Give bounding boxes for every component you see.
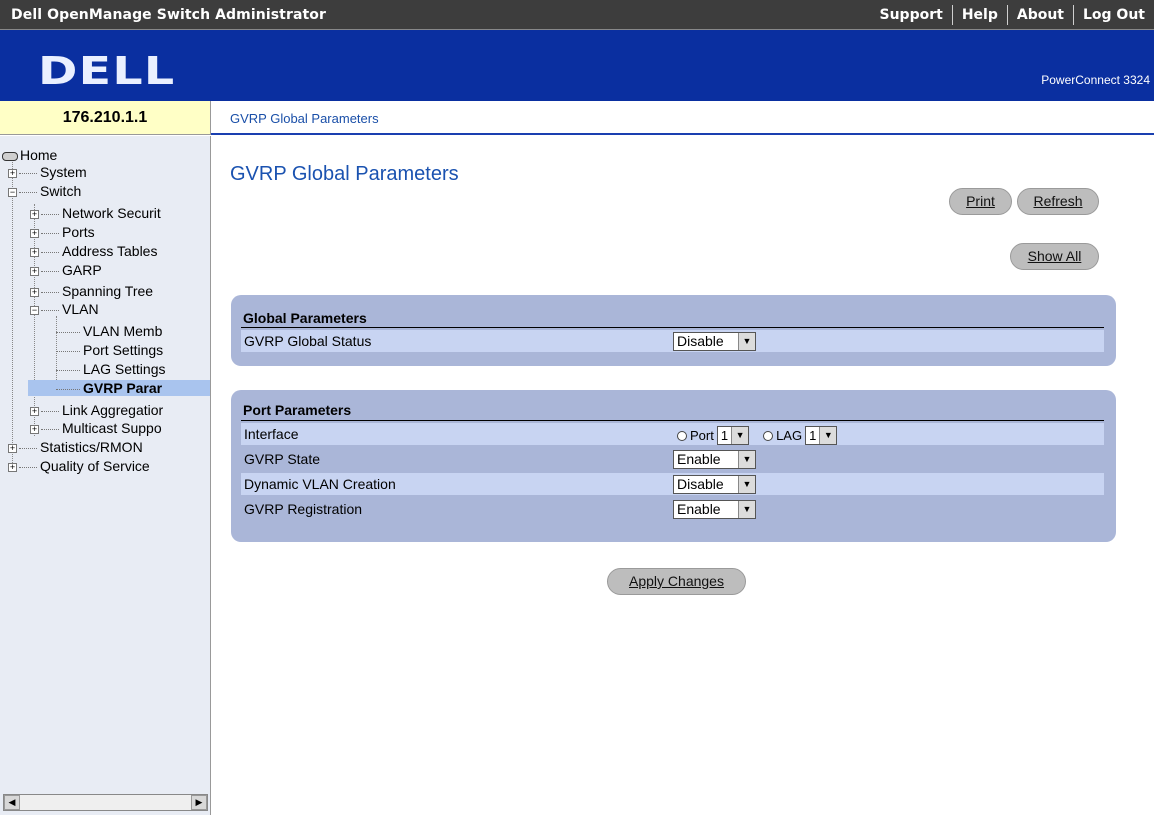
header-divider xyxy=(241,420,1104,421)
device-ip: 176.210.1.1 xyxy=(0,101,211,135)
top-bar: Dell OpenManage Switch Administrator Sup… xyxy=(0,0,1154,30)
main-content: GVRP Global Parameters Print Refresh Sho… xyxy=(212,137,1154,815)
expand-icon[interactable]: + xyxy=(30,406,39,416)
tree-item-network-security[interactable]: + Network Securit xyxy=(30,205,161,221)
app-title: Dell OpenManage Switch Administrator xyxy=(11,7,327,23)
port-radio[interactable] xyxy=(677,430,687,441)
apply-changes-button[interactable]: Apply Changes xyxy=(607,568,746,595)
expand-icon[interactable]: + xyxy=(30,287,39,297)
breadcrumb-text: GVRP Global Parameters xyxy=(230,111,379,126)
expand-icon[interactable]: + xyxy=(30,228,39,238)
field-label: Dynamic VLAN Creation xyxy=(244,476,396,492)
collapse-icon[interactable]: − xyxy=(30,305,39,315)
tree-guide-line xyxy=(12,156,13,465)
expand-icon[interactable]: + xyxy=(8,462,17,472)
page-title: GVRP Global Parameters xyxy=(230,163,459,185)
panel-header: Global Parameters xyxy=(243,310,367,326)
tree-item-link-aggregation[interactable]: + Link Aggregatior xyxy=(30,402,163,418)
print-button[interactable]: Print xyxy=(949,188,1012,215)
banner: DELL PowerConnect 3324 xyxy=(0,30,1154,101)
tree-item-lag-settings[interactable]: LAG Settings xyxy=(56,361,166,377)
product-name: PowerConnect 3324 xyxy=(1041,73,1150,87)
tree-item-quality-of-service[interactable]: + Quality of Service xyxy=(8,458,150,474)
dell-logo: DELL xyxy=(38,49,176,93)
expand-icon[interactable]: + xyxy=(30,424,39,434)
panel-header: Port Parameters xyxy=(243,402,352,418)
tree-item-address-tables[interactable]: + Address Tables xyxy=(30,243,157,259)
gvrp-registration-row: GVRP Registration Enable ▼ xyxy=(241,498,1104,520)
dropdown-arrow-icon: ▼ xyxy=(731,427,749,444)
interface-controls: Port 1 ▼ LAG 1 ▼ xyxy=(677,426,838,445)
port-parameters-panel: Port Parameters Interface Port 1 ▼ LAG 1 ▼… xyxy=(231,390,1116,542)
dropdown-arrow-icon: ▼ xyxy=(738,476,755,493)
expand-icon[interactable]: + xyxy=(8,168,17,178)
gvrp-registration-select[interactable]: Enable ▼ xyxy=(673,500,756,519)
tree-item-vlan-membership[interactable]: VLAN Memb xyxy=(56,323,162,339)
lag-select[interactable]: 1 ▼ xyxy=(805,426,838,445)
gvrp-global-status-row: GVRP Global Status Disable ▼ xyxy=(241,330,1104,352)
logout-link[interactable]: Log Out xyxy=(1074,7,1154,23)
tree-item-port-settings[interactable]: Port Settings xyxy=(56,342,163,358)
dropdown-arrow-icon: ▼ xyxy=(738,451,755,468)
expand-icon[interactable]: + xyxy=(8,443,17,453)
top-nav: Support Help About Log Out xyxy=(871,0,1154,30)
lag-radio[interactable] xyxy=(763,430,774,441)
field-label: GVRP Global Status xyxy=(244,333,372,349)
field-label: Interface xyxy=(244,426,299,442)
tree-item-switch[interactable]: − Switch xyxy=(8,183,81,199)
tree-item-multicast-support[interactable]: + Multicast Suppo xyxy=(30,420,162,436)
tree-item-gvrp-parameters[interactable]: GVRP Parar xyxy=(28,380,210,396)
tree-item-spanning-tree[interactable]: + Spanning Tree xyxy=(30,283,153,299)
breadcrumb: GVRP Global Parameters xyxy=(211,101,1154,135)
scroll-right-icon[interactable]: ▶ xyxy=(191,795,207,810)
gvrp-state-row: GVRP State Enable ▼ xyxy=(241,448,1104,470)
collapse-icon[interactable]: − xyxy=(8,187,17,197)
dynamic-vlan-creation-row: Dynamic VLAN Creation Disable ▼ xyxy=(241,473,1104,495)
expand-icon[interactable]: + xyxy=(30,247,39,257)
dynamic-vlan-creation-select[interactable]: Disable ▼ xyxy=(673,475,756,494)
tree-item-vlan[interactable]: − VLAN xyxy=(30,301,99,317)
dropdown-arrow-icon: ▼ xyxy=(819,427,837,444)
tree-item-system[interactable]: + System xyxy=(8,164,87,180)
interface-row: Interface Port 1 ▼ LAG 1 ▼ xyxy=(241,423,1104,445)
expand-icon[interactable]: + xyxy=(30,209,39,219)
support-link[interactable]: Support xyxy=(871,7,952,23)
tree-item-statistics-rmon[interactable]: + Statistics/RMON xyxy=(8,439,143,455)
gvrp-state-select[interactable]: Enable ▼ xyxy=(673,450,756,469)
about-link[interactable]: About xyxy=(1008,7,1073,23)
port-select[interactable]: 1 ▼ xyxy=(716,426,750,445)
field-label: GVRP Registration xyxy=(244,501,363,517)
header-divider xyxy=(241,327,1104,328)
home-icon xyxy=(2,151,18,161)
navigation-tree: Home + System − Switch + Network Securit + P… xyxy=(0,136,211,815)
scroll-left-icon[interactable]: ◀ xyxy=(4,795,20,810)
help-link[interactable]: Help xyxy=(953,7,1007,23)
gvrp-global-status-select[interactable]: Disable ▼ xyxy=(673,332,756,351)
tree-item-ports[interactable]: + Ports xyxy=(30,224,95,240)
dropdown-arrow-icon: ▼ xyxy=(738,501,755,518)
dropdown-arrow-icon: ▼ xyxy=(738,333,755,350)
tree-horizontal-scrollbar[interactable]: ◀ ▶ xyxy=(3,794,208,811)
global-parameters-panel: Global Parameters GVRP Global Status Dis… xyxy=(231,295,1116,366)
tree-item-home[interactable]: Home xyxy=(2,147,57,163)
expand-icon[interactable]: + xyxy=(30,266,39,276)
field-label: GVRP State xyxy=(244,451,321,467)
show-all-button[interactable]: Show All xyxy=(1010,243,1099,270)
refresh-button[interactable]: Refresh xyxy=(1017,188,1099,215)
tree-item-garp[interactable]: + GARP xyxy=(30,262,102,278)
